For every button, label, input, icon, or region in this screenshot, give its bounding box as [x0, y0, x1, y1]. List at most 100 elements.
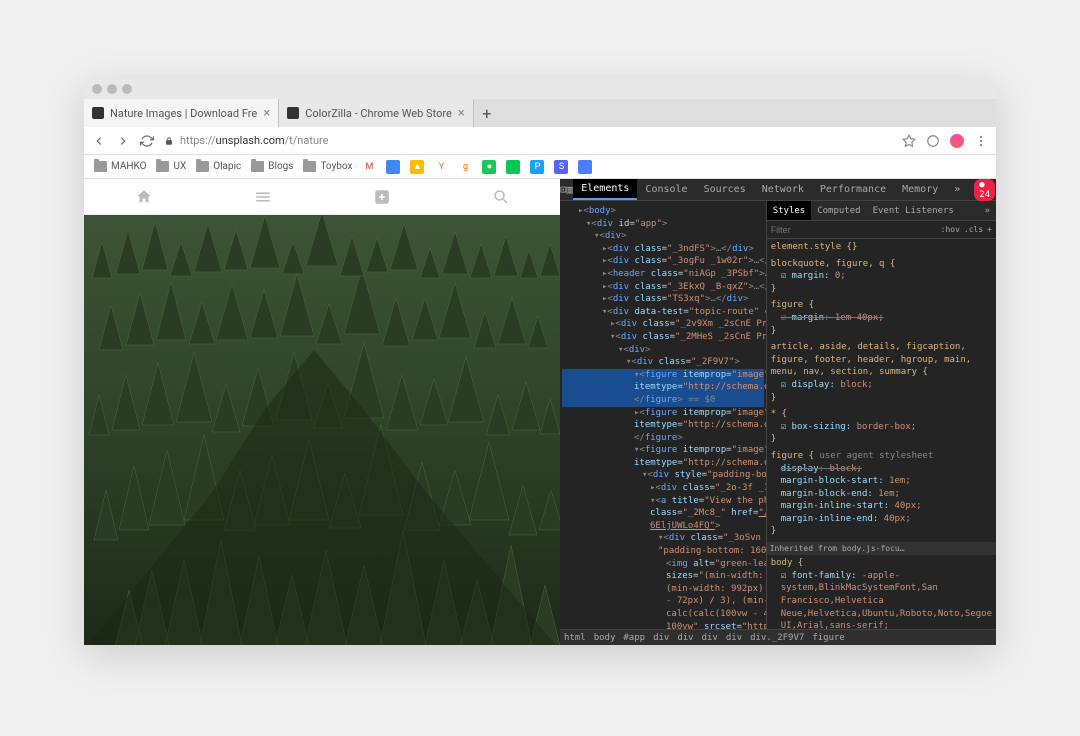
- new-tab-button[interactable]: +: [474, 99, 500, 127]
- css-rule[interactable]: * {☑ box-sizing: border-box;}: [771, 408, 992, 446]
- reload-button[interactable]: [140, 134, 154, 148]
- dom-node[interactable]: ▾<div style="padding-bottom: 50px;">: [562, 469, 764, 482]
- dom-node[interactable]: - 72px) / 3), (min-width: 768px): [562, 595, 764, 608]
- forward-button[interactable]: [116, 134, 130, 148]
- extension-icon[interactable]: [926, 134, 940, 148]
- search-icon[interactable]: [492, 188, 510, 206]
- crumb-item[interactable]: figure: [812, 633, 845, 643]
- dom-node[interactable]: ▾<a title="View the photo by Ethan Dow": [562, 495, 764, 508]
- dom-node[interactable]: ▸<div class="_3EkxQ _B-qxZ">…</div>: [562, 281, 764, 294]
- bookmark-app-icon[interactable]: S: [554, 160, 568, 174]
- bookmark-folder[interactable]: Blogs: [251, 161, 293, 172]
- dom-node[interactable]: (min-width: 992px) calc(calc(100vw: [562, 583, 764, 596]
- dom-node[interactable]: ▸<figure itemprop="image" itemscope: [562, 407, 764, 420]
- device-icon[interactable]: ▥: [567, 183, 574, 196]
- dom-node[interactable]: <img alt="green-leafed trees": [562, 558, 764, 571]
- crumb-item[interactable]: div: [677, 633, 693, 643]
- crumb-item[interactable]: div._2F9V7: [750, 633, 804, 643]
- bookmark-app-icon[interactable]: [506, 160, 520, 174]
- menu-icon[interactable]: [974, 134, 988, 148]
- bookmark-app-icon[interactable]: [386, 160, 400, 174]
- styles-tab[interactable]: Computed: [811, 201, 866, 220]
- dom-node[interactable]: sizes="(min-width: 1335px) 416px,: [562, 570, 764, 583]
- crumb-item[interactable]: div: [653, 633, 669, 643]
- error-indicator[interactable]: ● 24: [968, 179, 996, 201]
- bookmark-folder[interactable]: Toybox: [303, 161, 352, 172]
- star-icon[interactable]: [902, 134, 916, 148]
- dom-node[interactable]: ▸<header class="niAGp _3PSbf">…</header>: [562, 268, 764, 281]
- traffic-light-max[interactable]: [122, 84, 132, 94]
- dom-node[interactable]: 100vw" srcset="https://: [562, 621, 764, 629]
- dom-node[interactable]: itemtype="http://schema.org/ImageObject"…: [562, 381, 764, 394]
- traffic-light-close[interactable]: [92, 84, 102, 94]
- filter-pill[interactable]: .cls: [964, 225, 983, 234]
- css-rule[interactable]: figure { user agent stylesheetdisplay: b…: [771, 450, 992, 538]
- bookmark-folder[interactable]: UX: [156, 161, 186, 172]
- tab-close-icon[interactable]: ×: [263, 106, 270, 121]
- dom-node[interactable]: ▸<div class="_3ogFu _1w02r">…</div>: [562, 255, 764, 268]
- styles-rules[interactable]: element.style {} blockquote, figure, q {☑…: [767, 239, 996, 629]
- dom-node[interactable]: itemtype="http://schema.org/ImageObject"…: [562, 419, 764, 432]
- bookmark-app-icon[interactable]: Y: [434, 160, 448, 174]
- elements-tree[interactable]: ▸<body>▾<div id="app">▾<div>▸<div class=…: [560, 201, 766, 629]
- dom-node[interactable]: ▸<div class="_3ndFS">…</div>: [562, 243, 764, 256]
- crumb-item[interactable]: #app: [623, 633, 645, 643]
- dom-node[interactable]: ▾<div class="_3oSvn IEpfq" style=: [562, 532, 764, 545]
- devtools-more[interactable]: »: [946, 179, 968, 200]
- crumb-item[interactable]: body: [594, 633, 616, 643]
- dom-node[interactable]: calc(calc(100vw - 48px) / 2),: [562, 608, 764, 621]
- devtools-tab[interactable]: Console: [637, 179, 695, 200]
- dom-node[interactable]: ▾<div data-test="topic-route" class>: [562, 306, 764, 319]
- dom-node[interactable]: ▸<body>: [562, 205, 764, 218]
- bookmark-app-icon[interactable]: g: [458, 160, 472, 174]
- filter-pill[interactable]: :hov: [941, 225, 960, 234]
- devtools-tab[interactable]: Elements: [573, 179, 637, 200]
- browser-tab[interactable]: ColorZilla - Chrome Web Store×: [279, 99, 474, 127]
- dom-node[interactable]: ▾<div>: [562, 230, 764, 243]
- devtools-tab[interactable]: Memory: [894, 179, 946, 200]
- dom-node[interactable]: ▸<div class="_2o-3f _1GZLi">…</div>: [562, 482, 764, 495]
- dom-node[interactable]: ▾<div id="app">: [562, 218, 764, 231]
- filter-pill[interactable]: +: [987, 225, 992, 234]
- dom-node[interactable]: itemtype="http://schema.org/ImageObject"…: [562, 457, 764, 470]
- styles-tab[interactable]: Styles: [767, 201, 812, 220]
- css-rule[interactable]: figure {☑ margin: 1em 40px;}: [771, 299, 992, 337]
- dom-node[interactable]: ▾<div>: [562, 344, 764, 357]
- css-rule[interactable]: blockquote, figure, q {☑ margin: 0;}: [771, 258, 992, 296]
- styles-filter-input[interactable]: [771, 225, 937, 235]
- bookmark-app-icon[interactable]: P: [530, 160, 544, 174]
- bookmark-folder[interactable]: Olapic: [196, 161, 241, 172]
- bookmark-folder[interactable]: MAHKO: [94, 161, 146, 172]
- devtools-tab[interactable]: Sources: [696, 179, 754, 200]
- dom-node[interactable]: ▾<figure itemprop="image" itemscope: [562, 369, 764, 382]
- css-rule[interactable]: element.style {}: [771, 241, 992, 254]
- css-rule[interactable]: article, aside, details, figcaption, fig…: [771, 341, 992, 404]
- dom-node[interactable]: ▸<div class="_2v9Xm _2sCnE PrOB0 _1CR66"…: [562, 318, 764, 331]
- dom-node[interactable]: 6EljUWLo4FQ">: [562, 520, 764, 533]
- traffic-light-min[interactable]: [107, 84, 117, 94]
- inspect-icon[interactable]: ⊡: [560, 183, 567, 196]
- home-icon[interactable]: [135, 188, 153, 206]
- browser-tab[interactable]: Nature Images | Download Fre×: [84, 99, 279, 127]
- devtools-tab[interactable]: Network: [754, 179, 812, 200]
- dom-node[interactable]: </figure> == $0: [562, 394, 764, 407]
- dom-node[interactable]: ▾<figure itemprop="image" itemscope: [562, 444, 764, 457]
- bookmark-app-icon[interactable]: ▲: [410, 160, 424, 174]
- breadcrumb[interactable]: htmlbody#appdivdivdivdivdiv._2F9V7figure: [560, 629, 996, 645]
- dom-node[interactable]: "padding-bottom: 160%;">: [562, 545, 764, 558]
- css-rule[interactable]: body {☑ font-family: -apple-system,Blink…: [771, 557, 992, 629]
- bookmark-app-icon[interactable]: [578, 160, 592, 174]
- address-bar[interactable]: https://unsplash.com/t/nature: [164, 134, 892, 147]
- styles-tab[interactable]: Event Listeners: [867, 201, 960, 220]
- dom-node[interactable]: </figure>: [562, 432, 764, 445]
- collections-icon[interactable]: [254, 188, 272, 206]
- bookmark-app-icon[interactable]: ●: [482, 160, 496, 174]
- bookmark-app-icon[interactable]: M: [362, 160, 376, 174]
- dom-node[interactable]: class="_2Mc8_" href="/photos/: [562, 507, 764, 520]
- crumb-item[interactable]: html: [564, 633, 586, 643]
- dom-node[interactable]: ▾<div class="_2MHeS _2sCnE PrOB0 _1CR66"…: [562, 331, 764, 344]
- add-icon[interactable]: [373, 188, 391, 206]
- styles-more[interactable]: »: [979, 201, 996, 220]
- profile-avatar[interactable]: [950, 134, 964, 148]
- tab-close-icon[interactable]: ×: [458, 106, 465, 121]
